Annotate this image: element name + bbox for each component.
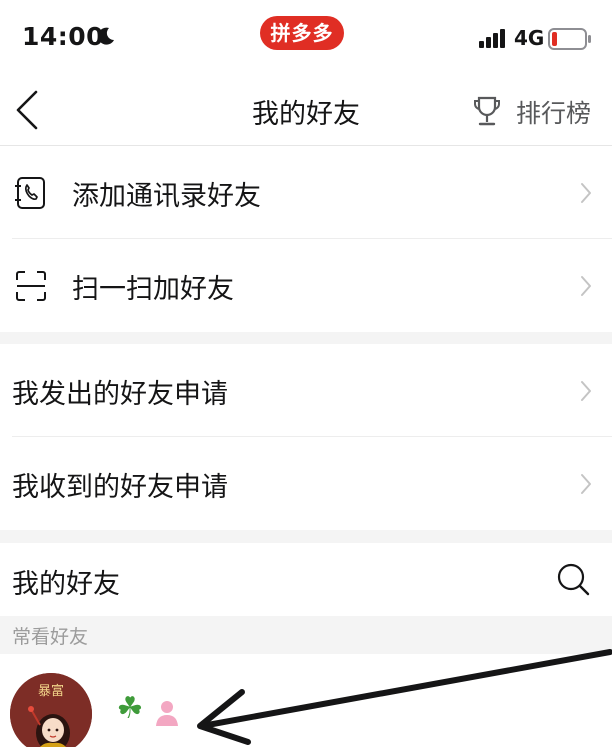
friends-title: 我的好友 — [12, 569, 120, 600]
clover-icon: ☘ — [116, 691, 144, 726]
leaderboard-label: 排行榜 — [516, 99, 592, 128]
scan-icon — [16, 271, 46, 301]
person-icon — [156, 701, 178, 726]
section-gap — [0, 332, 612, 344]
frequent-friends-label: 常看好友 — [12, 626, 89, 648]
status-time: 14:00 — [22, 22, 105, 51]
chevron-right-icon — [581, 381, 591, 401]
chevron-right-icon — [581, 474, 591, 494]
status-bar: 14:00 拼多多 4G — [0, 0, 612, 76]
chevron-right-icon — [581, 183, 591, 203]
add-contacts-row[interactable]: 添加通讯录好友 — [0, 146, 612, 239]
trophy-icon — [474, 96, 500, 126]
sent-requests-label: 我发出的好友申请 — [12, 379, 228, 410]
battery-icon — [548, 28, 591, 50]
search-icon[interactable] — [556, 562, 590, 596]
add-contacts-label: 添加通讯录好友 — [72, 181, 261, 212]
section-gap — [0, 530, 612, 543]
app-badge: 拼多多 — [260, 16, 344, 50]
scan-add-row[interactable]: 扫一扫加好友 — [0, 239, 612, 332]
friends-header: 我的好友 — [0, 543, 612, 616]
received-requests-label: 我收到的好友申请 — [12, 472, 228, 503]
avatar[interactable]: 暴富 — [10, 673, 92, 747]
received-requests-row[interactable]: 我收到的好友申请 — [0, 437, 612, 530]
contact-book-icon — [15, 177, 45, 209]
avatar-text: 暴富 — [38, 683, 64, 699]
nav-bar: 我的好友 排行榜 — [0, 76, 612, 146]
signal-icon — [479, 29, 505, 48]
sent-requests-row[interactable]: 我发出的好友申请 — [0, 344, 612, 437]
moon-icon — [97, 27, 114, 45]
network-label: 4G — [514, 26, 545, 50]
leaderboard-button[interactable]: 排行榜 — [472, 90, 600, 130]
chevron-right-icon — [581, 276, 591, 296]
scan-add-label: 扫一扫加好友 — [72, 274, 234, 305]
arrow-annotation — [197, 649, 612, 745]
